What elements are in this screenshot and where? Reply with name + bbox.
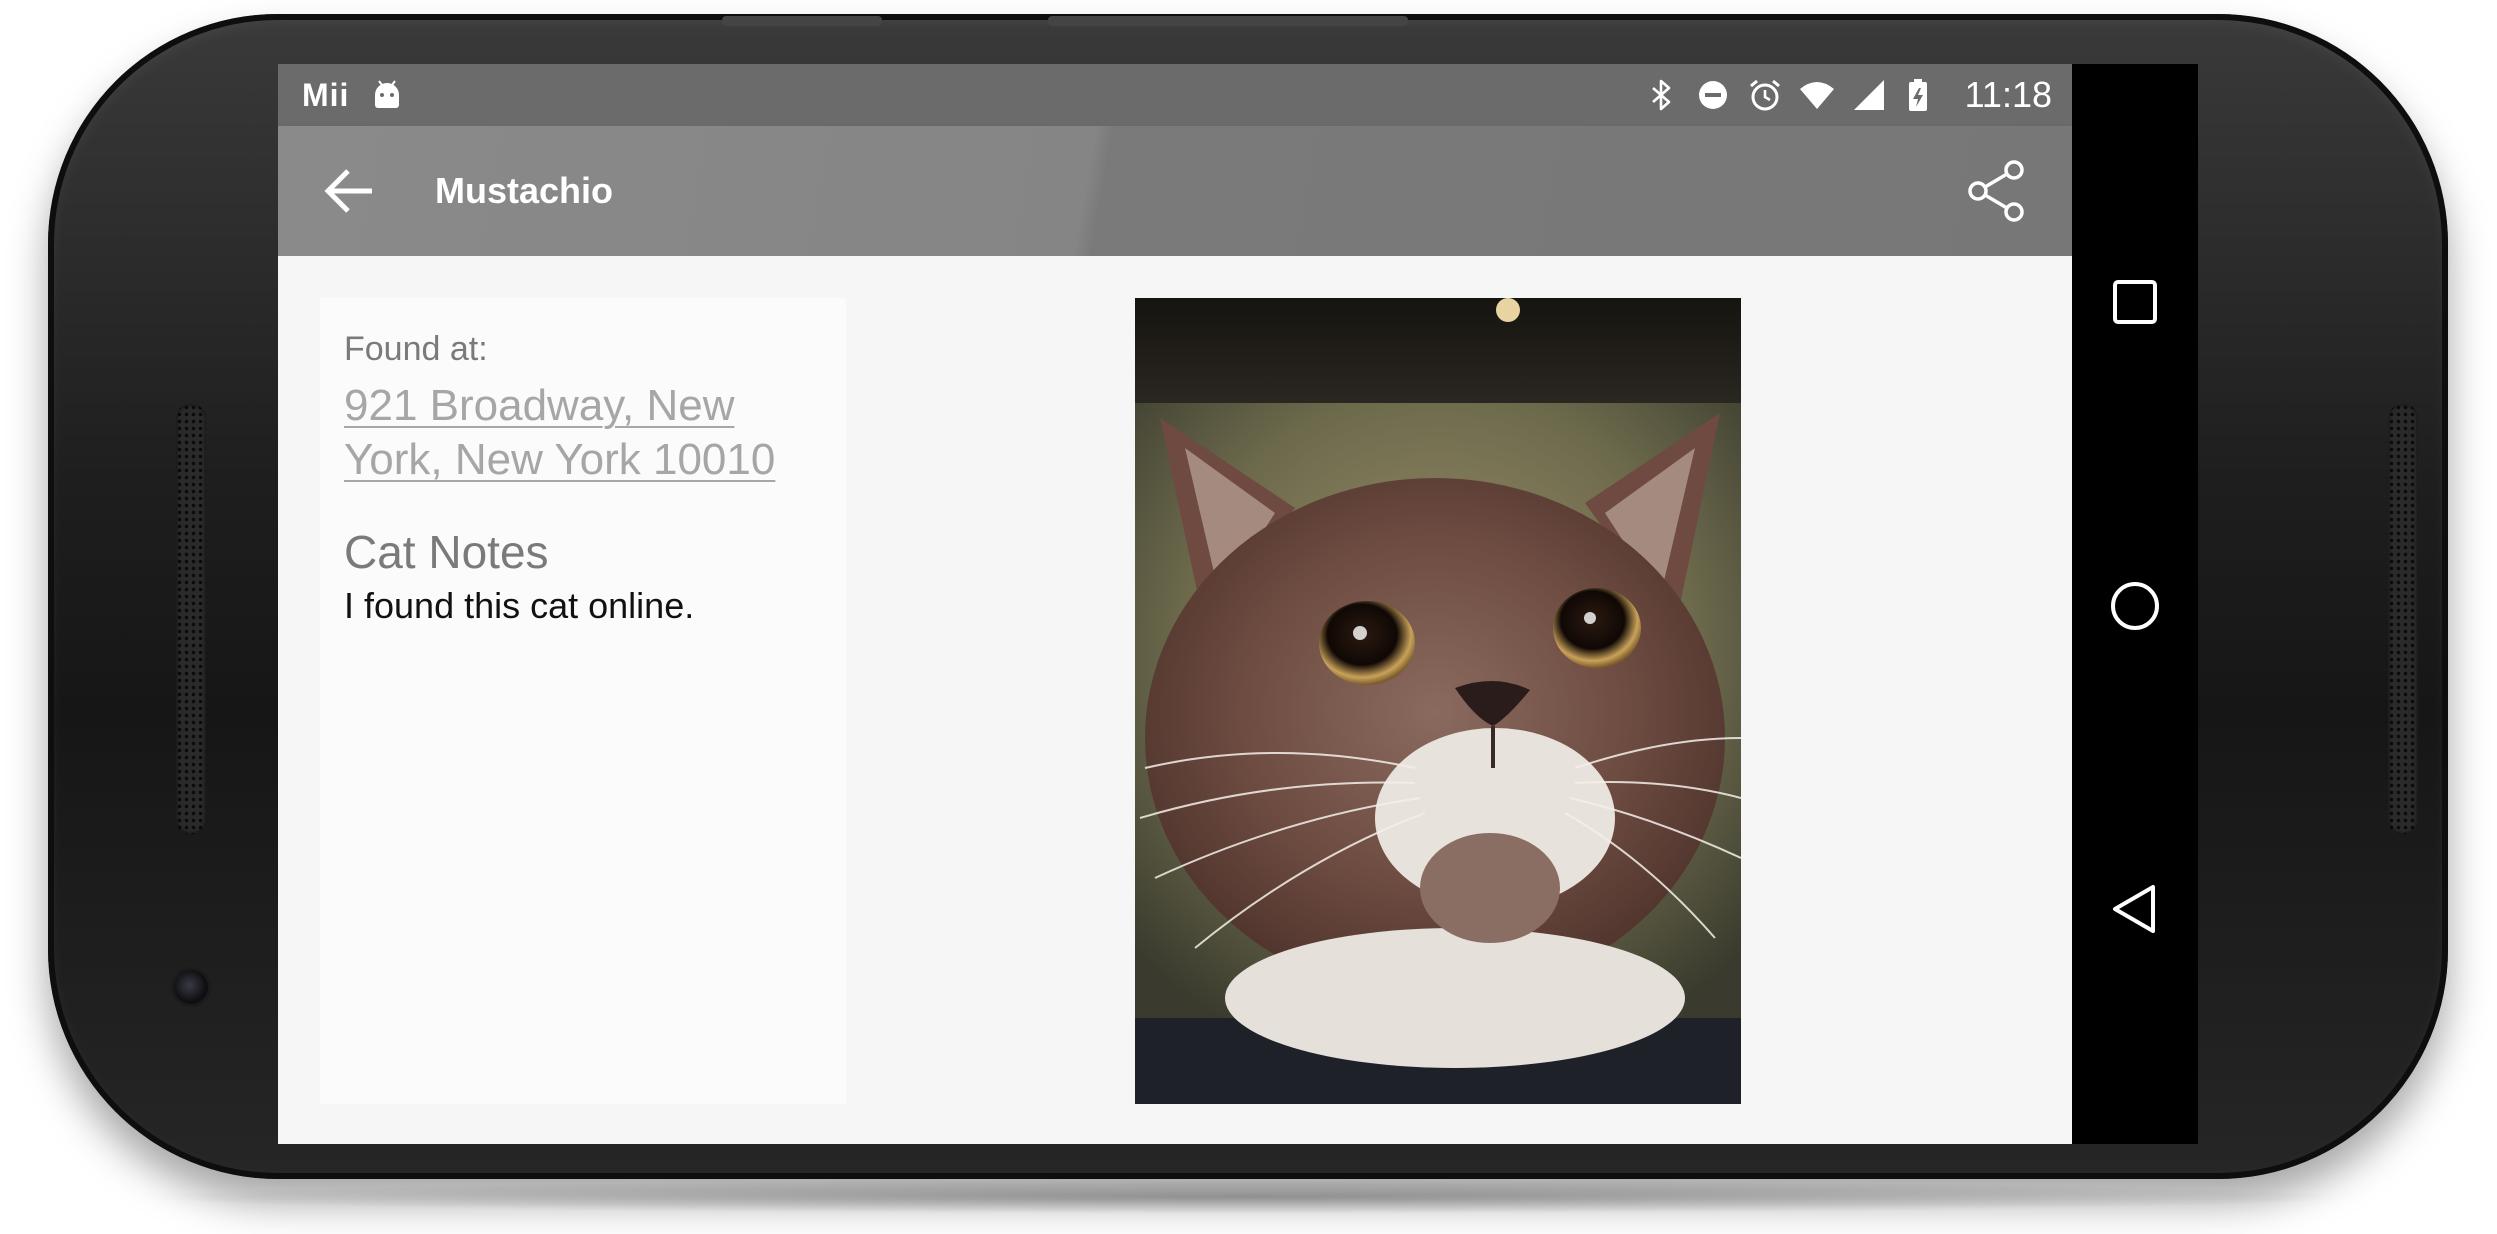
alarm-icon xyxy=(1747,77,1783,113)
app-window: Mii 11:18 Mustachio Found at: 921 Broadw… xyxy=(278,64,2072,1144)
status-right: 11:18 xyxy=(1643,64,2052,126)
recents-icon[interactable] xyxy=(2105,272,2165,332)
info-card: Found at: 921 Broadway, New York, New Yo… xyxy=(320,298,846,1104)
detail-content: Found at: 921 Broadway, New York, New Yo… xyxy=(278,256,2072,1144)
device-screen: Mii 11:18 Mustachio Found at: 921 Broadw… xyxy=(278,64,2198,1144)
arrow-back-icon[interactable] xyxy=(318,159,382,223)
wifi-icon xyxy=(1799,77,1835,113)
bluetooth-icon xyxy=(1643,77,1679,113)
device-shadow xyxy=(130,1180,2370,1214)
speaker-grille-left xyxy=(176,404,206,834)
do-not-disturb-icon xyxy=(1695,77,1731,113)
address-link[interactable]: 921 Broadway, New York, New York 10010 xyxy=(344,379,814,487)
page-title: Mustachio xyxy=(435,170,614,211)
speaker-grille-right xyxy=(2388,404,2418,834)
notes-body: I found this cat online. xyxy=(344,585,695,626)
notes-heading: Cat Notes xyxy=(344,526,549,578)
clock: 11:18 xyxy=(1964,74,2052,115)
share-icon[interactable] xyxy=(1962,156,2032,226)
power-button xyxy=(722,16,882,26)
front-camera xyxy=(174,970,208,1004)
found-at-label: Found at: xyxy=(344,330,488,368)
back-icon[interactable] xyxy=(2105,879,2165,939)
status-bar: Mii 11:18 xyxy=(278,64,2072,126)
carrier-name: Mii xyxy=(302,76,350,113)
battery-charging-icon xyxy=(1903,77,1939,113)
cat-photo xyxy=(1135,298,1741,1104)
volume-button xyxy=(1048,16,1408,26)
app-toolbar: Mustachio xyxy=(278,126,2072,256)
android-debug-icon xyxy=(369,77,405,113)
navigation-bar xyxy=(2072,64,2198,1144)
home-icon[interactable] xyxy=(2105,576,2165,636)
status-left: Mii xyxy=(302,64,405,126)
cell-signal-icon xyxy=(1851,77,1887,113)
